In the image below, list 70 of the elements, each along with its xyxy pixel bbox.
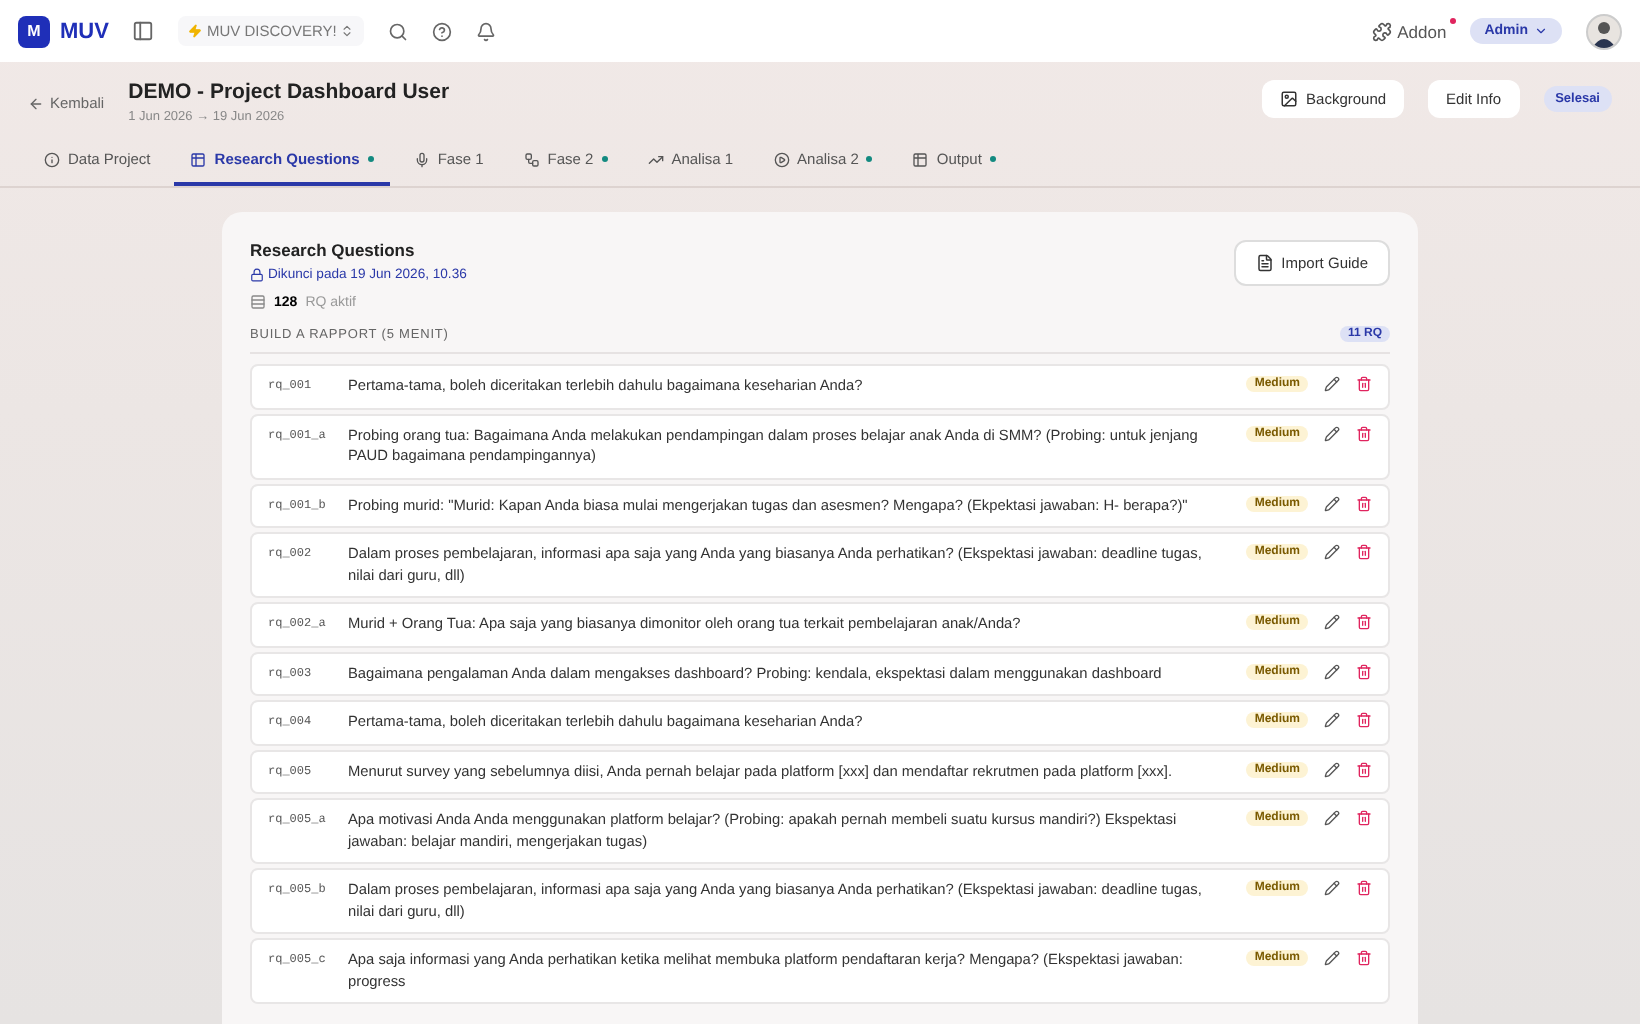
lock-icon (250, 268, 264, 282)
delete-button[interactable] (1356, 761, 1372, 777)
trash-icon (1356, 495, 1372, 511)
trash-icon (1356, 712, 1372, 728)
table-icon (190, 151, 207, 167)
logo-mark: M (18, 15, 50, 47)
caret-icon (1534, 24, 1548, 38)
avatar[interactable] (1586, 13, 1622, 49)
trash-icon (1356, 614, 1372, 630)
edit-button[interactable] (1324, 761, 1340, 777)
edit-button[interactable] (1324, 425, 1340, 441)
edit-button[interactable] (1324, 880, 1340, 896)
chevrons-icon (340, 24, 355, 38)
image-icon (1280, 90, 1299, 108)
pencil-icon (1324, 761, 1340, 777)
logo-text: MUV (60, 19, 109, 43)
edit-button[interactable] (1324, 712, 1340, 728)
delete-button[interactable] (1356, 880, 1372, 896)
table-icon (912, 151, 929, 167)
puzzle-icon (1371, 21, 1392, 41)
trash-icon (1356, 761, 1372, 777)
trash-icon (1356, 544, 1372, 560)
info-icon (44, 151, 60, 167)
delete-button[interactable] (1356, 950, 1372, 966)
list-icon (250, 294, 266, 310)
delete-button[interactable] (1356, 663, 1372, 679)
delete-button[interactable] (1356, 810, 1372, 826)
edit-button[interactable] (1324, 663, 1340, 679)
trash-icon (1356, 950, 1372, 966)
sidebar-toggle-icon[interactable] (132, 20, 155, 42)
pencil-icon (1324, 544, 1340, 560)
edit-button[interactable] (1324, 950, 1340, 966)
pencil-icon (1324, 712, 1340, 728)
delete-button[interactable] (1356, 544, 1372, 560)
microphone-icon (413, 151, 430, 167)
project-title: DEMO - Project Dashboard User (128, 80, 450, 104)
trash-icon (1356, 425, 1372, 441)
delete-button[interactable] (1356, 712, 1372, 728)
pencil-icon (1324, 810, 1340, 826)
addon-button[interactable]: Addon (1371, 21, 1447, 41)
pencil-icon (1324, 376, 1340, 392)
edit-button[interactable] (1324, 544, 1340, 560)
back-arrow-icon (28, 95, 44, 111)
trend-line-icon (647, 151, 664, 167)
trash-icon (1356, 880, 1372, 896)
trash-icon (1356, 810, 1372, 826)
document-icon (1255, 254, 1274, 272)
edit-button[interactable] (1324, 376, 1340, 392)
panel-title: Research Questions (250, 240, 417, 260)
pencil-icon (1324, 950, 1340, 966)
lightning-icon (188, 24, 203, 38)
pencil-icon (1324, 495, 1340, 511)
trash-icon (1356, 376, 1372, 392)
search-icon[interactable] (388, 21, 409, 41)
edit-button[interactable] (1324, 495, 1340, 511)
delete-button[interactable] (1356, 614, 1372, 630)
edit-button[interactable] (1324, 614, 1340, 630)
pencil-icon (1324, 614, 1340, 630)
edit-button[interactable] (1324, 810, 1340, 826)
delete-button[interactable] (1356, 425, 1372, 441)
pencil-icon (1324, 880, 1340, 896)
pencil-icon (1324, 663, 1340, 679)
delete-button[interactable] (1356, 376, 1372, 392)
flow-icon (523, 151, 540, 167)
trash-icon (1356, 663, 1372, 679)
bell-icon[interactable] (476, 21, 497, 41)
play-icon (773, 151, 790, 167)
pencil-icon (1324, 425, 1340, 441)
help-icon[interactable] (432, 21, 453, 41)
delete-button[interactable] (1356, 495, 1372, 511)
